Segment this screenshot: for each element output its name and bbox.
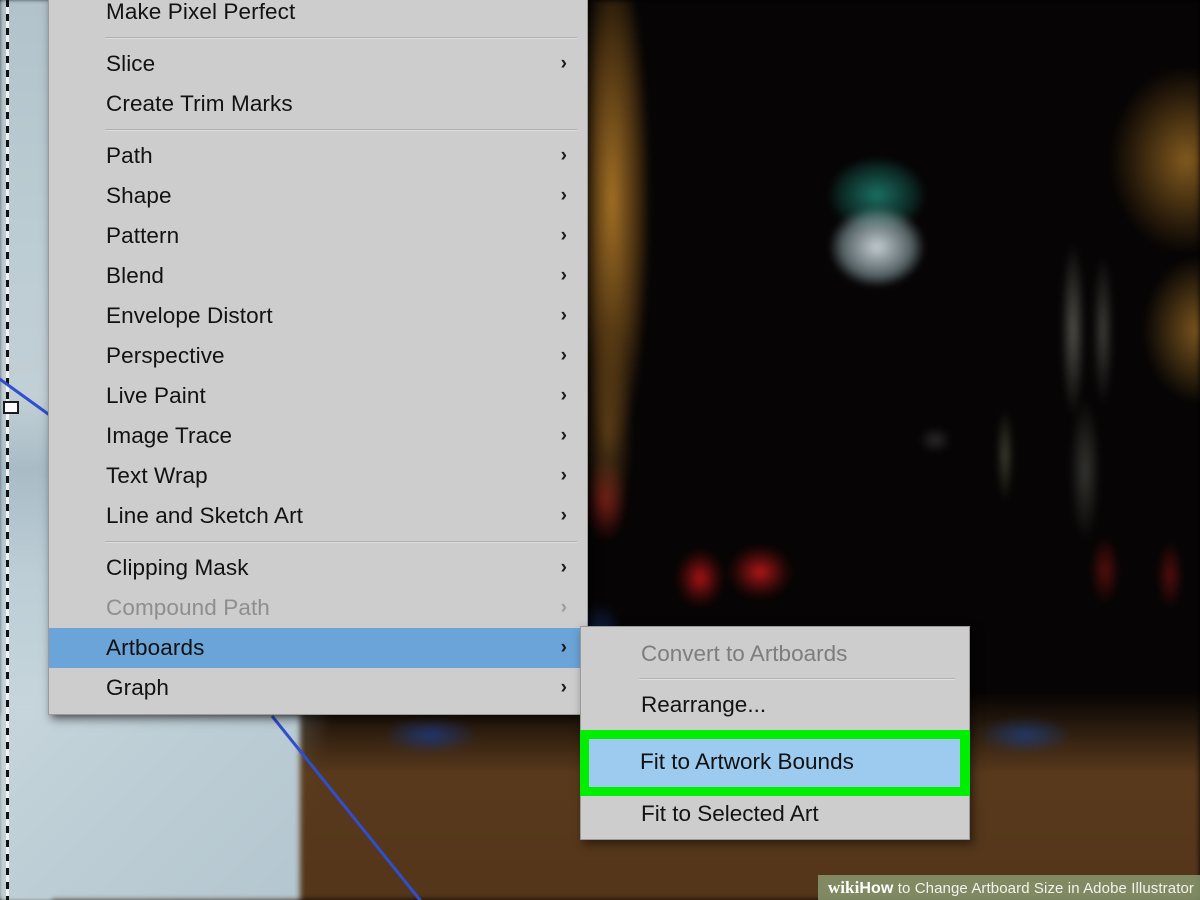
menu-item-text-wrap[interactable]: Text Wrap › [49,456,587,496]
submenu-item-label: Fit to Artwork Bounds [640,749,854,774]
menu-item-label: Text Wrap [106,463,208,488]
menu-item-compound-path: Compound Path › [49,588,587,628]
menu-item-label: Blend [106,263,165,288]
submenu-item-label: Rearrange... [641,692,767,717]
menu-item-slice[interactable]: Slice › [49,44,587,84]
chevron-right-icon: › [560,265,567,286]
artboard-boundary-dashed-line [6,0,9,900]
chevron-right-icon: › [560,185,567,206]
chevron-right-icon: › [560,677,567,698]
menu-item-perspective[interactable]: Perspective › [49,336,587,376]
menu-item-label: Clipping Mask [106,555,249,580]
submenu-item-label: Fit to Selected Art [641,801,819,826]
menu-separator [105,541,577,543]
submenu-item-convert-to-artboards: Convert to Artboards [581,632,969,675]
menu-item-label: Path [106,143,153,168]
menu-item-label: Line and Sketch Art [106,503,304,528]
submenu-separator [639,678,955,680]
chevron-right-icon: › [560,465,567,486]
menu-item-graph[interactable]: Graph › [49,668,587,708]
menu-item-create-trim-marks[interactable]: Create Trim Marks [49,84,587,124]
submenu-item-fit-to-artwork-bounds[interactable]: Fit to Artwork Bounds [589,739,960,787]
object-context-menu: Make Pixel Perfect Slice › Create Trim M… [48,0,588,715]
menu-item-path[interactable]: Path › [49,136,587,176]
menu-item-make-pixel-perfect[interactable]: Make Pixel Perfect [49,0,587,32]
anchor-point-handle[interactable] [3,401,19,414]
menu-item-envelope-distort[interactable]: Envelope Distort › [49,296,587,336]
submenu-item-label: Convert to Artboards [641,641,848,666]
menu-item-label: Make Pixel Perfect [106,0,296,24]
chevron-right-icon: › [560,557,567,578]
menu-item-label: Graph [106,675,170,700]
menu-item-label: Shape [106,183,172,208]
menu-separator [105,37,577,39]
submenu-item-rearrange[interactable]: Rearrange... [581,683,969,726]
chevron-right-icon: › [560,505,567,526]
wikihow-brand-how: How [859,880,894,897]
wikihow-title-text: to Change Artboard Size in Adobe Illustr… [893,880,1194,897]
wikihow-watermark: wikiHow to Change Artboard Size in Adobe… [817,875,1200,900]
canvas-bottom-left-region [0,714,300,900]
menu-item-line-and-sketch-art[interactable]: Line and Sketch Art › [49,496,587,536]
green-callout-box: Fit to Artwork Bounds [580,730,970,796]
chevron-right-icon: › [560,225,567,246]
wikihow-brand-wiki: wiki [827,878,860,897]
chevron-right-icon: › [560,145,567,166]
menu-item-label: Pattern [106,223,180,248]
chevron-right-icon: › [560,345,567,366]
menu-item-shape[interactable]: Shape › [49,176,587,216]
menu-item-label: Slice [106,51,156,76]
menu-item-image-trace[interactable]: Image Trace › [49,416,587,456]
chevron-right-icon: › [560,385,567,406]
menu-item-label: Envelope Distort [106,303,273,328]
menu-item-label: Live Paint [106,383,206,408]
submenu-item-fit-to-selected-art[interactable]: Fit to Selected Art [581,792,969,835]
menu-item-pattern[interactable]: Pattern › [49,216,587,256]
menu-item-label: Artboards [106,635,205,660]
chevron-right-icon: › [560,637,567,658]
illustrator-screenshot: Make Pixel Perfect Slice › Create Trim M… [0,0,1200,900]
chevron-right-icon: › [560,425,567,446]
menu-item-label: Create Trim Marks [106,91,293,116]
menu-item-blend[interactable]: Blend › [49,256,587,296]
menu-item-clipping-mask[interactable]: Clipping Mask › [49,548,587,588]
menu-item-live-paint[interactable]: Live Paint › [49,376,587,416]
chevron-right-icon: › [560,53,567,74]
menu-item-label: Perspective [106,343,225,368]
chevron-right-icon: › [560,597,567,618]
menu-item-artboards[interactable]: Artboards › [49,628,587,668]
menu-item-label: Image Trace [106,423,233,448]
chevron-right-icon: › [560,305,567,326]
menu-separator [105,129,577,131]
menu-item-label: Compound Path [106,595,270,620]
